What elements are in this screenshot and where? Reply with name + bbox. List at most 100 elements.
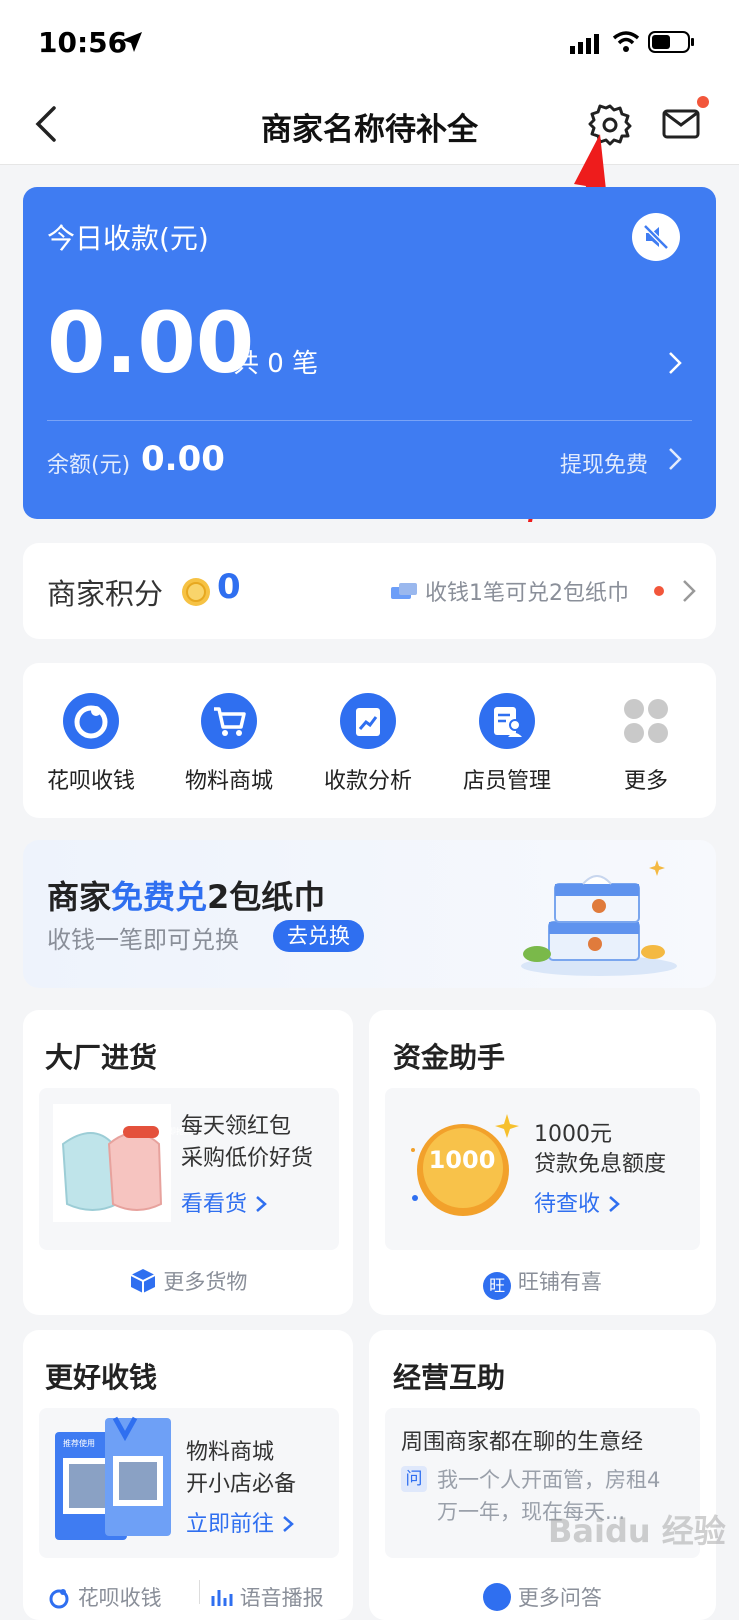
coin-icon: [182, 578, 210, 606]
tile-link-label: 立即前往: [186, 1512, 275, 1537]
banner-title-highlight: 免费兑: [111, 878, 208, 916]
feature-analysis[interactable]: 收款分析: [308, 693, 428, 795]
tile-footer-huabei[interactable]: 花呗收钱: [47, 1582, 162, 1612]
tile-title: 大厂进货: [45, 1041, 158, 1074]
feature-label: 花呗收钱: [46, 769, 135, 794]
tile-footer[interactable]: 更多货物: [23, 1266, 353, 1296]
tile-title: 资金助手: [393, 1041, 506, 1074]
snack-bags-illustration: [53, 1104, 171, 1222]
tile-line2: 贷款免息额度: [534, 1152, 667, 1177]
feature-more[interactable]: 更多: [586, 693, 706, 795]
huabei-icon: [63, 693, 119, 749]
tile-body: 立即抢购 每天领红包 采购低价好货 看看货: [39, 1088, 339, 1250]
tile-body: 1000 1000元 贷款免息额度 待查收: [385, 1088, 700, 1250]
tile-line1: 1000元: [534, 1122, 612, 1147]
promo-dot: [654, 586, 664, 596]
tile-footer-label: 更多问答: [517, 1586, 602, 1610]
tile-link[interactable]: 待查收: [534, 1186, 621, 1218]
purchase-tile[interactable]: 大厂进货 立即抢购 每天领红包 采购低价好货 看看货 更多货物: [23, 1010, 353, 1315]
collect-tile[interactable]: 更好收钱 推荐使用 物料商城 开小店必备 立即前往 花呗收钱 语音播报: [23, 1330, 353, 1620]
divider: [47, 420, 692, 421]
tile-footer-label: 旺铺有喜: [517, 1270, 602, 1294]
feature-huabei[interactable]: 花呗收钱: [31, 693, 151, 795]
tile-title: 更好收钱: [45, 1361, 158, 1394]
feature-material-mall[interactable]: 物料商城: [169, 693, 289, 795]
redeem-button[interactable]: 去兑换: [273, 920, 364, 952]
merchant-points-card[interactable]: 商家积分 0 收钱1笔可兑2包纸巾: [23, 543, 716, 639]
more-grid-icon: [618, 693, 674, 749]
battery-icon: [648, 31, 694, 53]
location-arrow-icon: [122, 32, 142, 52]
chevron-right-icon[interactable]: [665, 445, 685, 473]
chart-icon: [340, 693, 396, 749]
status-time: 10:56: [38, 26, 128, 59]
mute-button[interactable]: [632, 213, 680, 261]
signal-icon: [570, 34, 599, 54]
mail-notification-dot: [697, 96, 709, 108]
huabei-icon: [49, 1589, 69, 1609]
cart-icon: [201, 693, 257, 749]
income-title: 今日收款(元): [47, 222, 209, 255]
chevron-right-icon[interactable]: [665, 349, 685, 377]
tile-line1: 物料商城: [186, 1440, 275, 1465]
qa-icon: [483, 1583, 512, 1611]
tile-link-label: 看看货: [181, 1192, 248, 1217]
tile-footer-label: 更多货物: [163, 1270, 248, 1294]
feature-label: 更多: [623, 769, 668, 794]
tile-footer-label: 花呗收钱: [77, 1586, 162, 1610]
baidu-watermark: Baidu 经验: [548, 1512, 726, 1550]
points-label: 商家积分: [47, 577, 164, 611]
box-icon: [130, 1269, 156, 1293]
wifi-icon: [612, 31, 640, 52]
chevron-right-icon[interactable]: [679, 577, 699, 605]
voice-bars-icon: [211, 1590, 233, 1606]
tile-footer-label: 语音播报: [239, 1586, 324, 1610]
qr-poster-illustration: [55, 1416, 171, 1540]
tile-link-label: 待查收: [534, 1192, 601, 1217]
staff-icon: [479, 693, 535, 749]
points-value: 0: [217, 567, 241, 607]
chevron-right-icon: [283, 1516, 294, 1532]
balance-value: 0.00: [141, 439, 225, 479]
feature-staff[interactable]: 店员管理: [447, 693, 567, 795]
tile-title: 经营互助: [393, 1361, 506, 1394]
banner-title-pre: 商家: [47, 878, 112, 916]
banner-subtitle: 收钱一笔即可兑换: [47, 926, 239, 954]
chevron-right-icon: [256, 1196, 267, 1212]
balance-label: 余额(元): [47, 453, 131, 478]
tissue-box-illustration: [521, 860, 677, 976]
tissue-promo-banner[interactable]: 商家免费兑2包纸巾 收钱一笔即可兑换 去兑换: [23, 840, 716, 988]
status-bar: 10:56: [0, 0, 739, 88]
banner-title: 商家免费兑2包纸巾: [47, 872, 325, 918]
withdraw-link[interactable]: 提现免费: [560, 447, 648, 479]
income-count: 共 0 笔: [233, 349, 319, 379]
tile-line1: 每天领红包: [181, 1114, 292, 1139]
poster-text: 推荐使用: [63, 1439, 95, 1448]
tile-line2: 开小店必备: [186, 1472, 297, 1497]
today-income-card[interactable]: 今日收款(元) 0.00 共 0 笔 余额(元) 0.00 提现免费: [23, 187, 716, 519]
feature-label: 收款分析: [323, 769, 412, 794]
divider: [199, 1580, 200, 1604]
tile-footer[interactable]: 旺 旺铺有喜: [369, 1266, 716, 1300]
chevron-right-icon: [609, 1196, 620, 1212]
tile-line2: 采购低价好货: [181, 1146, 314, 1171]
coin-amount: 1000: [428, 1146, 496, 1174]
tile-footer-voice[interactable]: 语音播报: [209, 1582, 324, 1612]
tile-link[interactable]: 看看货: [181, 1186, 268, 1218]
points-promo: 收钱1笔可兑2包纸巾: [425, 581, 629, 606]
speaker-muted-icon: [643, 224, 669, 250]
question-badge: 问: [401, 1466, 427, 1492]
banner-title-post: 2包纸巾: [207, 878, 326, 916]
tissue-icon: [391, 583, 417, 599]
tile-body: 推荐使用 物料商城 开小店必备 立即前往: [39, 1408, 339, 1558]
feature-label: 店员管理: [462, 769, 551, 794]
mail-icon[interactable]: [662, 108, 702, 140]
tile-line1: 周围商家都在聊的生意经: [401, 1430, 644, 1455]
income-amount: 0.00: [47, 294, 255, 392]
funds-tile[interactable]: 资金助手 1000 1000元 贷款免息额度 待查收 旺 旺铺有喜: [369, 1010, 716, 1315]
tile-link[interactable]: 立即前往: [186, 1506, 295, 1538]
tile-footer[interactable]: 更多问答: [369, 1582, 716, 1612]
wangpu-icon: 旺: [483, 1272, 512, 1300]
mutual-help-tile[interactable]: 经营互助 周围商家都在聊的生意经 问 我一个人开面管，房租4万一年，现在每天..…: [369, 1330, 716, 1620]
feature-label: 物料商城: [184, 769, 273, 794]
